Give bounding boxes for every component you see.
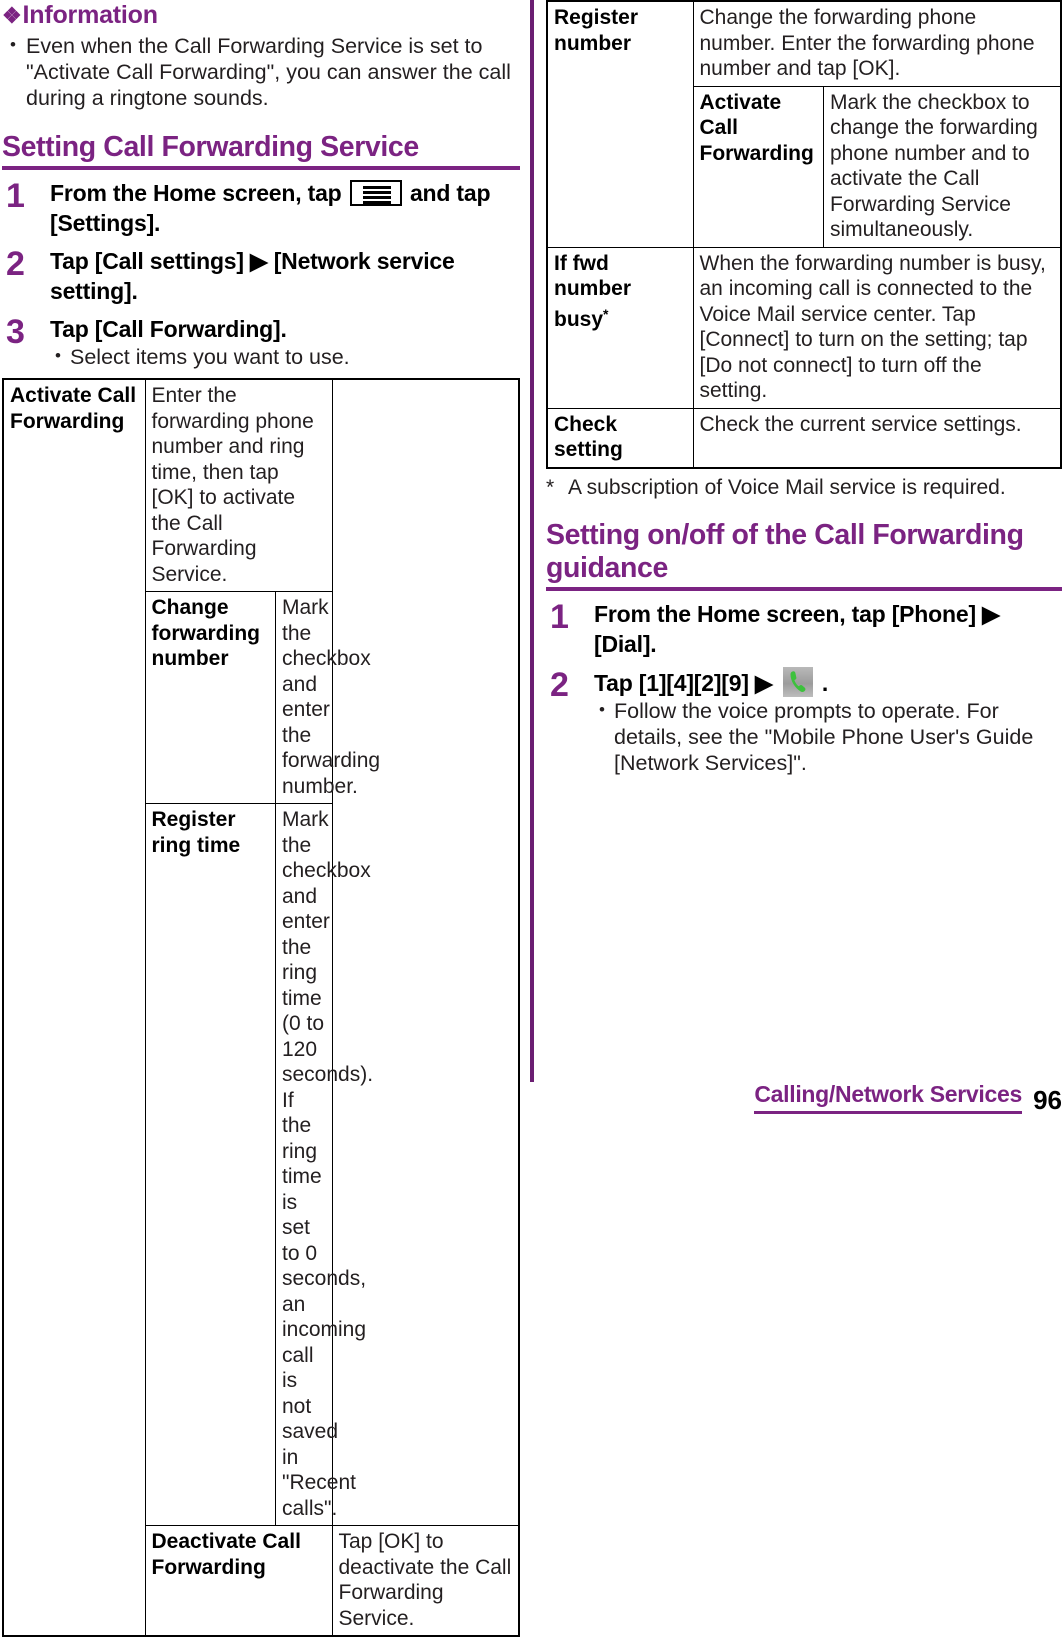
table-cell-desc: When the forwarding number is busy, an i… — [692, 246, 1062, 409]
list-item: Even when the Call Forwarding Service is… — [2, 32, 520, 111]
footer-chapter-title: Calling/Network Services — [754, 1081, 1022, 1114]
table-row: Register ring time Mark the checkbox and… — [145, 803, 373, 1525]
step-2: 2 Tap [1][4][2][9] ▶ . Follow the voice … — [546, 665, 1062, 776]
step-title: Tap [Call settings] ▶ [Network service s… — [50, 248, 455, 304]
right-column: Register number Change the forwarding ph… — [546, 0, 1062, 784]
table-row: Activate Call Forwarding Mark the checkb… — [694, 86, 1060, 247]
step-number: 3 — [6, 313, 25, 351]
footnote: * A subscription of Voice Mail service i… — [546, 475, 1062, 501]
step-body: From the Home screen, tap [Phone] ▶ [Dia… — [594, 599, 1062, 659]
table-row: Check setting Check the current service … — [546, 407, 1062, 468]
table-row: Activate Call Forwarding Enter the forwa… — [2, 378, 519, 1637]
procedure-steps-right: 1 From the Home screen, tap [Phone] ▶ [D… — [546, 599, 1062, 776]
nested-options-table: Change forwarding number Mark the checkb… — [145, 592, 380, 1525]
step-sub-list: Select items you want to use. — [50, 343, 520, 370]
footnote-marker: * — [546, 475, 555, 499]
procedure-steps-left: 1 From the Home screen, tap and tap [Set… — [2, 178, 520, 370]
step-title-text-before: Tap [1][4][2][9] ▶ — [594, 669, 773, 696]
section-heading-rule — [546, 586, 1062, 591]
step-number: 1 — [550, 597, 569, 636]
step-sub-list: Follow the voice prompts to operate. For… — [594, 697, 1062, 776]
section-heading-block: Setting Call Forwarding Service — [2, 131, 520, 170]
page-title: Setting on/off of the Call Forwarding gu… — [546, 518, 1024, 584]
green-phone-handset-icon — [782, 666, 813, 697]
table-cell-desc: Tap [OK] to deactivate the Call Forwardi… — [331, 1525, 520, 1637]
table-cell-key: Check setting — [546, 407, 694, 468]
table-cell-desc: Check the current service settings. — [692, 407, 1062, 468]
call-forwarding-options-table-continued: Register number Change the forwarding ph… — [546, 0, 1062, 469]
step-title-text-before: From the Home screen, tap — [50, 180, 342, 206]
table-cell-key: Deactivate Call Forwarding — [144, 1525, 333, 1637]
step-number: 2 — [550, 665, 569, 704]
table-cell-key-label: If fwd number busy — [554, 251, 632, 331]
table-cell-key: Register number — [546, 0, 694, 248]
table-cell-key: Activate Call Forwarding — [699, 90, 814, 165]
information-block: ❖ Information Even when the Call Forward… — [2, 0, 520, 111]
left-column: ❖ Information Even when the Call Forward… — [2, 0, 520, 1637]
table-cell-key: Activate Call Forwarding — [2, 378, 146, 1637]
table-row: Change forwarding number Mark the checkb… — [146, 592, 380, 804]
information-heading-label: Information — [22, 1, 158, 29]
section-heading-rule — [2, 166, 520, 170]
footnote-text: A subscription of Voice Mail service is … — [568, 475, 1006, 499]
step-title: From the Home screen, tap [Phone] ▶ [Dia… — [594, 600, 1000, 657]
table-cell-desc: Change the forwarding phone number. Ente… — [692, 0, 1062, 87]
column-divider — [530, 0, 534, 1082]
section-heading-block: Setting on/off of the Call Forwarding gu… — [546, 519, 1062, 591]
table-cell-key: If fwd number busy* — [546, 246, 694, 409]
step-title: From the Home screen, tap and tap [Setti… — [50, 178, 520, 238]
step-1: 1 From the Home screen, tap and tap [Set… — [2, 178, 520, 238]
table-cell-desc: Mark the checkbox and enter the forwardi… — [275, 592, 380, 804]
table-cell-desc: Mark the checkbox and enter the ring tim… — [275, 803, 373, 1525]
information-heading: ❖ Information — [2, 0, 520, 31]
nested-options-table: Activate Call Forwarding Mark the checkb… — [694, 86, 1060, 247]
list-item: Follow the voice prompts to operate. For… — [594, 697, 1062, 776]
step-3: 3 Tap [Call Forwarding]. Select items yo… — [2, 314, 520, 370]
table-cell-nested: Activate Call Forwarding Mark the checkb… — [692, 85, 1062, 248]
footnote-marker: * — [603, 305, 609, 322]
step-body: Tap [1][4][2][9] ▶ . Follow the voice pr… — [594, 666, 1062, 776]
step-title: Tap [1][4][2][9] ▶ . — [594, 666, 1062, 698]
information-bullet-list: Even when the Call Forwarding Service is… — [2, 32, 520, 111]
step-title-text-after: . — [821, 669, 829, 696]
table-cell-nested: Change forwarding number Mark the checkb… — [144, 591, 380, 1526]
step-1: 1 From the Home screen, tap [Phone] ▶ [D… — [546, 599, 1062, 659]
step-number: 1 — [6, 177, 25, 215]
step-number: 2 — [6, 245, 25, 283]
step-body: Tap [Call settings] ▶ [Network service s… — [50, 246, 520, 306]
step-body: Tap [Call Forwarding]. Select items you … — [50, 314, 520, 370]
table-cell-desc: Enter the forwarding phone number and ri… — [144, 378, 333, 592]
page-number: 96 — [1033, 1085, 1062, 1115]
step-body: From the Home screen, tap and tap [Setti… — [50, 178, 520, 238]
diamond-cluster-icon: ❖ — [2, 3, 22, 28]
page-title: Setting Call Forwarding Service — [2, 131, 419, 163]
table-row: Register number Change the forwarding ph… — [546, 0, 1062, 248]
list-item: Select items you want to use. — [50, 343, 520, 370]
manual-page: ❖ Information Even when the Call Forward… — [0, 0, 1064, 1637]
table-cell-key: Register ring time — [145, 803, 276, 1525]
call-forwarding-options-table: Activate Call Forwarding Enter the forwa… — [2, 378, 520, 1637]
table-row: If fwd number busy* When the forwarding … — [546, 246, 1062, 409]
menu-key-icon — [349, 180, 402, 206]
table-cell-key: Change forwarding number — [151, 596, 261, 670]
step-title: Tap [Call Forwarding]. — [50, 316, 287, 342]
page-footer: Calling/Network Services 96 — [0, 1078, 1064, 1120]
step-2: 2 Tap [Call settings] ▶ [Network service… — [2, 246, 520, 306]
table-cell-desc: Mark the checkbox to change the forwardi… — [823, 86, 1060, 247]
